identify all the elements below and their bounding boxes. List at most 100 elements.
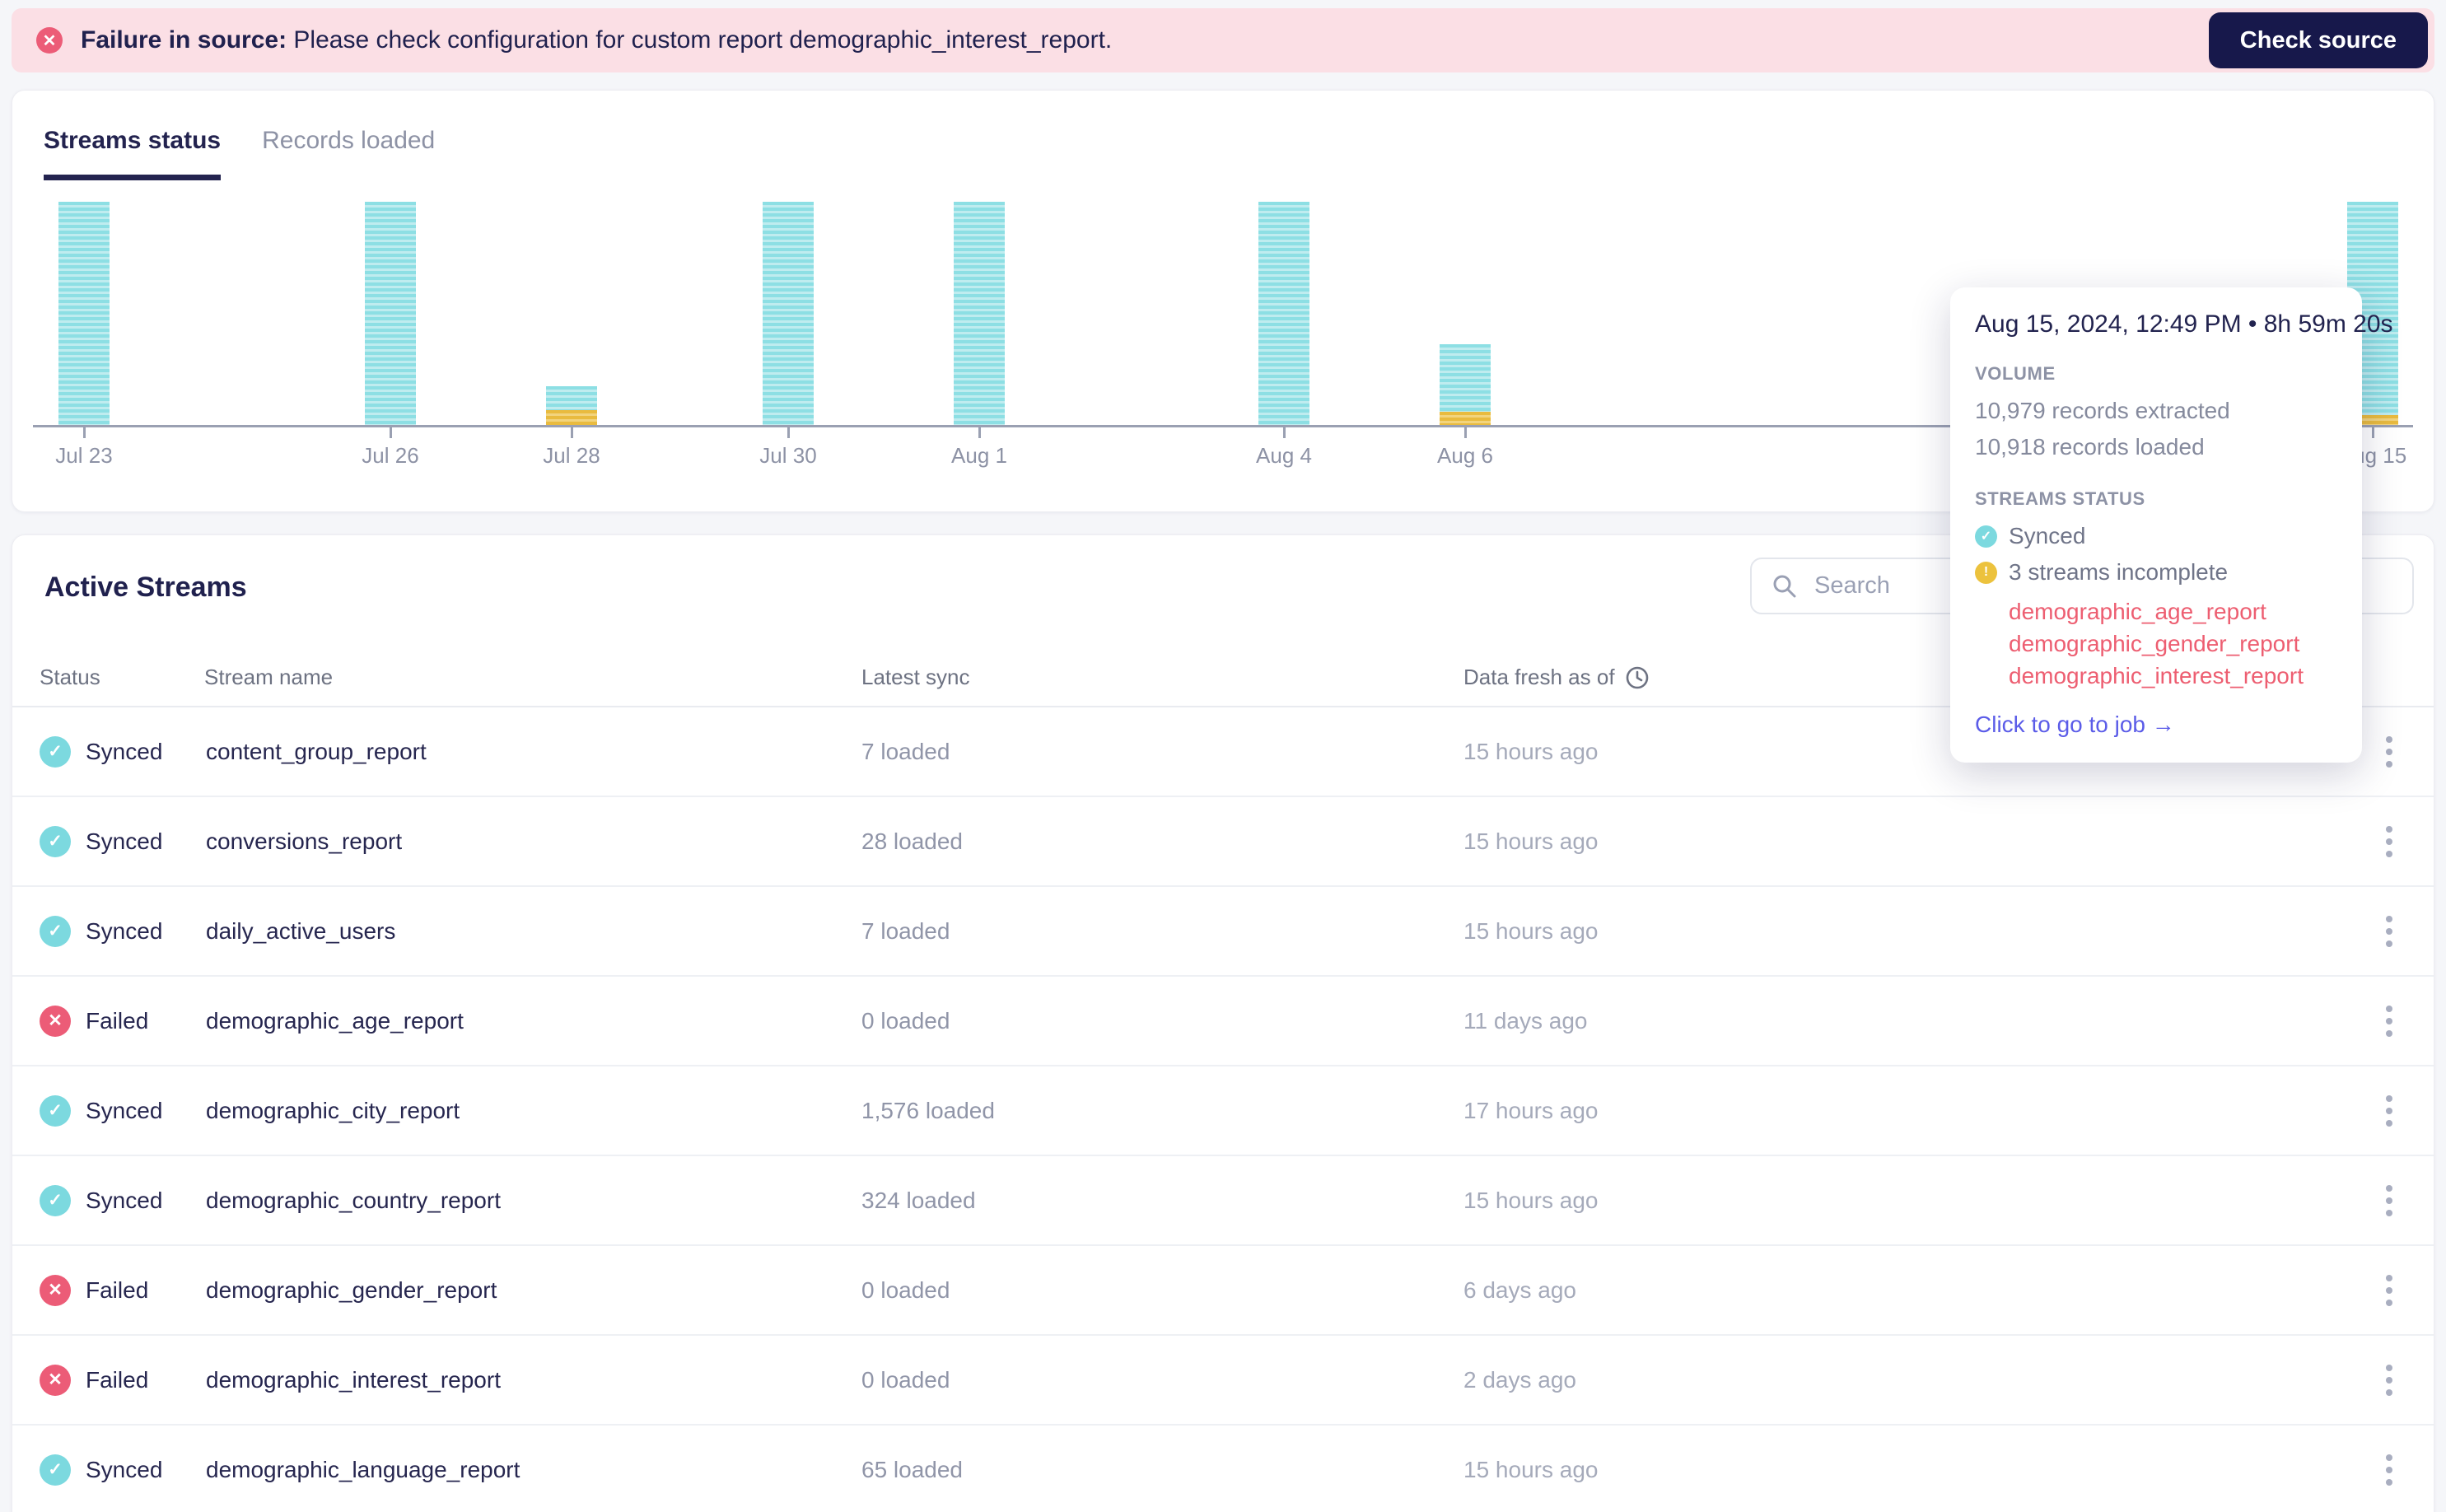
data-fresh-value: 15 hours ago bbox=[1463, 1187, 1599, 1213]
table-row: ✕ Failed demographic_interest_report 0 load… bbox=[12, 1336, 2434, 1426]
check-circle-icon: ✓ bbox=[1975, 525, 1997, 548]
row-menu-kebab-icon[interactable] bbox=[2373, 1356, 2406, 1405]
clock-icon bbox=[1626, 666, 1648, 688]
tooltip-title: Aug 15, 2024, 12:49 PM • 8h 59m 20s bbox=[1975, 310, 2393, 338]
column-data-fresh-label: Data fresh as of bbox=[1463, 665, 1615, 689]
axis-label: Jul 28 bbox=[543, 443, 600, 468]
status-label: Synced bbox=[86, 828, 163, 854]
axis-tick bbox=[2372, 427, 2374, 438]
axis-label: Aug 6 bbox=[1437, 443, 1493, 468]
bar-synced-segment bbox=[365, 202, 416, 425]
check-circle-icon: ✓ bbox=[40, 1184, 71, 1216]
data-fresh-value: 17 hours ago bbox=[1463, 1097, 1599, 1123]
status-label: Synced bbox=[86, 1097, 163, 1123]
failed-circle-icon: ✕ bbox=[40, 1274, 71, 1306]
column-latest-sync: Latest sync bbox=[861, 665, 970, 689]
bar-incomplete-segment bbox=[546, 410, 597, 425]
axis-label: Aug 4 bbox=[1256, 443, 1312, 468]
check-circle-icon: ✓ bbox=[40, 1094, 71, 1127]
table-row: ✓ Synced demographic_city_report 1,576 load… bbox=[12, 1066, 2434, 1156]
latest-sync-value: 0 loaded bbox=[861, 1366, 950, 1393]
chart-bar-jul-28[interactable] bbox=[546, 386, 597, 425]
axis-label: Jul 26 bbox=[362, 443, 419, 468]
data-fresh-value: 6 days ago bbox=[1463, 1276, 1576, 1303]
data-fresh-value: 15 hours ago bbox=[1463, 738, 1599, 764]
chart-bar-jul-30[interactable] bbox=[763, 202, 814, 425]
go-to-job-link[interactable]: Click to go to job → bbox=[1975, 712, 2337, 738]
axis-tick bbox=[1283, 427, 1286, 438]
stream-name: demographic_country_report bbox=[206, 1187, 501, 1213]
page: ✕ Failure in source: Please check config… bbox=[0, 0, 2446, 1512]
status-label: Failed bbox=[86, 1007, 149, 1034]
bar-synced-segment bbox=[546, 386, 597, 410]
active-streams-title: Active Streams bbox=[44, 572, 247, 603]
data-fresh-value: 15 hours ago bbox=[1463, 828, 1599, 854]
tooltip-incomplete-row: ! 3 streams incomplete bbox=[1975, 559, 2337, 586]
row-menu-kebab-icon[interactable] bbox=[2373, 817, 2406, 866]
bar-incomplete-segment bbox=[1440, 412, 1491, 425]
bar-synced-segment bbox=[954, 202, 1005, 425]
column-status: Status bbox=[40, 665, 100, 689]
search-icon bbox=[1773, 575, 1796, 597]
row-menu-kebab-icon[interactable] bbox=[2373, 907, 2406, 956]
axis-tick bbox=[83, 427, 86, 438]
axis-label: Jul 30 bbox=[759, 443, 817, 468]
row-menu-kebab-icon[interactable] bbox=[2373, 1445, 2406, 1495]
row-menu-kebab-icon[interactable] bbox=[2373, 1266, 2406, 1315]
warning-circle-icon: ! bbox=[1975, 561, 1997, 584]
chart-bar-aug-6[interactable] bbox=[1440, 344, 1491, 425]
error-message-bold: Failure in source: bbox=[81, 26, 287, 54]
row-menu-kebab-icon[interactable] bbox=[2373, 996, 2406, 1046]
stream-name: content_group_report bbox=[206, 738, 427, 764]
table-body: ✓ Synced content_group_report 7 loaded 15 ho… bbox=[12, 707, 2434, 1512]
table-row: ✕ Failed demographic_age_report 0 loaded 11 … bbox=[12, 977, 2434, 1066]
chart-bar-jul-26[interactable] bbox=[365, 202, 416, 425]
stream-name: demographic_city_report bbox=[206, 1097, 460, 1123]
bar-synced-segment bbox=[1440, 344, 1491, 412]
tooltip-synced-label: Synced bbox=[2009, 523, 2086, 548]
table-row: ✕ Failed demographic_gender_report 0 loaded… bbox=[12, 1246, 2434, 1336]
incomplete-stream-link[interactable]: demographic_gender_report bbox=[2009, 628, 2337, 660]
error-banner: ✕ Failure in source: Please check config… bbox=[12, 8, 2434, 72]
tooltip-incomplete-streams: demographic_age_report demographic_gender… bbox=[1975, 595, 2337, 692]
latest-sync-value: 0 loaded bbox=[861, 1007, 950, 1034]
tooltip-records-loaded: 10,918 records loaded bbox=[1975, 434, 2205, 460]
table-row: ✓ Synced conversions_report 28 loaded 15 hou… bbox=[12, 797, 2434, 887]
axis-tick bbox=[390, 427, 392, 438]
latest-sync-value: 28 loaded bbox=[861, 828, 964, 854]
row-menu-kebab-icon[interactable] bbox=[2373, 1086, 2406, 1136]
incomplete-stream-link[interactable]: demographic_interest_report bbox=[2009, 660, 2337, 692]
data-fresh-value: 2 days ago bbox=[1463, 1366, 1576, 1393]
check-circle-icon: ✓ bbox=[40, 915, 71, 947]
latest-sync-value: 324 loaded bbox=[861, 1187, 976, 1213]
data-fresh-value: 11 days ago bbox=[1463, 1007, 1588, 1034]
latest-sync-value: 0 loaded bbox=[861, 1276, 950, 1303]
axis-tick bbox=[787, 427, 790, 438]
stream-name: demographic_gender_report bbox=[206, 1276, 497, 1303]
axis-label: Aug 1 bbox=[951, 443, 1007, 468]
streams-table: Status Stream name Latest sync Data fres… bbox=[12, 660, 2434, 1512]
status-label: Failed bbox=[86, 1276, 149, 1303]
tooltip-incomplete-label: 3 streams incomplete bbox=[2009, 559, 2229, 585]
tooltip-volume-label: VOLUME bbox=[1975, 363, 2056, 384]
tooltip-synced-row: ✓ Synced bbox=[1975, 523, 2337, 549]
stream-name: daily_active_users bbox=[206, 917, 396, 944]
tooltip-records-extracted: 10,979 records extracted bbox=[1975, 398, 2230, 423]
row-menu-kebab-icon[interactable] bbox=[2373, 1176, 2406, 1225]
incomplete-stream-link[interactable]: demographic_age_report bbox=[2009, 595, 2337, 628]
axis-tick bbox=[978, 427, 981, 438]
chart-bar-aug-1[interactable] bbox=[954, 202, 1005, 425]
check-source-button[interactable]: Check source bbox=[2208, 12, 2428, 68]
chart-bar-jul-23[interactable] bbox=[58, 202, 110, 425]
error-message-rest: Please check configuration for custom re… bbox=[287, 26, 1113, 54]
status-label: Failed bbox=[86, 1366, 149, 1393]
status-label: Synced bbox=[86, 1456, 163, 1482]
failed-circle-icon: ✕ bbox=[40, 1005, 71, 1037]
chart-bar-aug-4[interactable] bbox=[1258, 202, 1309, 425]
check-circle-icon: ✓ bbox=[40, 825, 71, 857]
column-data-fresh: Data fresh as of bbox=[1463, 665, 1650, 690]
table-row: ✓ Synced demographic_country_report 324 loa… bbox=[12, 1156, 2434, 1246]
row-menu-kebab-icon[interactable] bbox=[2373, 727, 2406, 777]
error-message: Failure in source: Please check configur… bbox=[81, 26, 1112, 54]
stream-name: conversions_report bbox=[206, 828, 403, 854]
